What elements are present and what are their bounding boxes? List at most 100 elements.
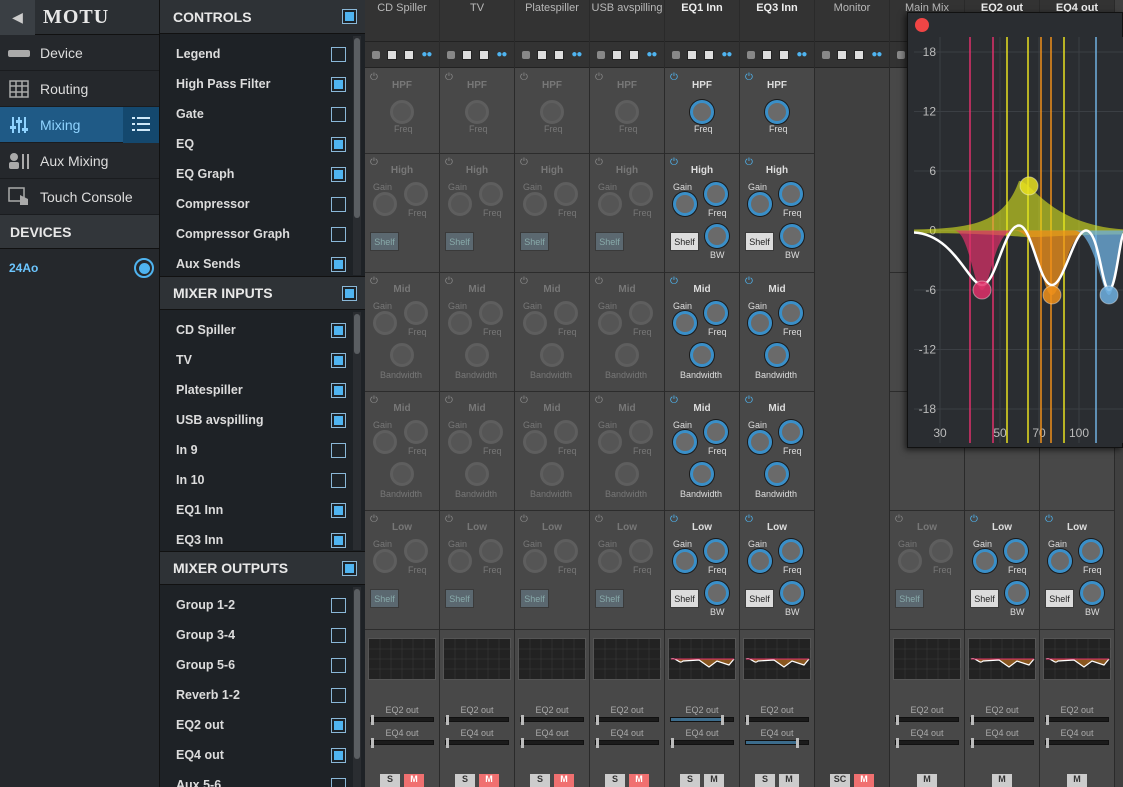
setting-item[interactable]: Platespiller: [160, 375, 365, 405]
shelf-button[interactable]: Shelf: [895, 589, 924, 608]
freq-knob[interactable]: [1004, 539, 1028, 563]
gain-knob[interactable]: [673, 430, 697, 454]
more-icon[interactable]: ●●: [571, 49, 582, 60]
send-fader[interactable]: [370, 738, 434, 748]
setting-checkbox[interactable]: [331, 256, 346, 272]
freq-knob[interactable]: [554, 182, 578, 206]
setting-checkbox[interactable]: [331, 502, 346, 518]
routing-icon[interactable]: [854, 49, 865, 60]
mute-button[interactable]: M: [1067, 774, 1087, 787]
setting-item[interactable]: EQ1 Inn: [160, 495, 365, 525]
freq-knob[interactable]: [1079, 539, 1103, 563]
send-fader[interactable]: [445, 715, 509, 725]
setting-checkbox[interactable]: [331, 322, 346, 338]
edit-icon[interactable]: [447, 50, 456, 59]
send-fader[interactable]: [1045, 715, 1109, 725]
setting-checkbox[interactable]: [331, 412, 346, 428]
freq-knob[interactable]: [554, 539, 578, 563]
shelf-button[interactable]: Shelf: [670, 589, 699, 608]
gain-knob[interactable]: [598, 549, 622, 573]
edit-icon[interactable]: [897, 50, 906, 59]
gain-knob[interactable]: [373, 549, 397, 573]
more-icon[interactable]: ●●: [796, 49, 807, 60]
bw-knob[interactable]: [1005, 581, 1029, 605]
grid-icon[interactable]: [837, 49, 848, 60]
setting-item[interactable]: Reverb 1-2: [160, 680, 365, 710]
device-radio[interactable]: [134, 258, 154, 278]
freq-knob[interactable]: [404, 182, 428, 206]
shelf-button[interactable]: Shelf: [370, 232, 399, 251]
setting-checkbox[interactable]: [331, 226, 346, 242]
edit-icon[interactable]: [597, 50, 606, 59]
gain-knob[interactable]: [373, 311, 397, 335]
hpf-freq-knob[interactable]: [690, 100, 714, 124]
send-fader[interactable]: [895, 715, 959, 725]
grid-icon[interactable]: [762, 49, 773, 60]
setting-item[interactable]: Group 3-4: [160, 620, 365, 650]
shelf-button[interactable]: Shelf: [445, 232, 474, 251]
freq-knob[interactable]: [779, 539, 803, 563]
send-fader[interactable]: [970, 715, 1034, 725]
bandwidth-knob[interactable]: [765, 343, 789, 367]
freq-knob[interactable]: [629, 420, 653, 444]
eq-band-handle[interactable]: [1019, 176, 1039, 196]
shelf-button[interactable]: Shelf: [670, 232, 699, 251]
shelf-button[interactable]: Shelf: [745, 589, 774, 608]
send-fader[interactable]: [745, 738, 809, 748]
gain-knob[interactable]: [1048, 549, 1072, 573]
grid-icon[interactable]: [612, 49, 623, 60]
bandwidth-knob[interactable]: [465, 343, 489, 367]
gain-knob[interactable]: [748, 549, 772, 573]
gain-knob[interactable]: [598, 311, 622, 335]
setting-checkbox[interactable]: [331, 627, 346, 643]
grid-icon[interactable]: [387, 49, 398, 60]
bandwidth-knob[interactable]: [540, 462, 564, 486]
gain-knob[interactable]: [673, 192, 697, 216]
shelf-button[interactable]: Shelf: [370, 589, 399, 608]
routing-icon[interactable]: [629, 49, 640, 60]
freq-knob[interactable]: [779, 182, 803, 206]
eq-graph-window[interactable]: 181260-6-12-18305070100: [907, 12, 1123, 448]
send-fader[interactable]: [445, 738, 509, 748]
nav-item-mixing[interactable]: Mixing: [0, 107, 159, 143]
setting-item[interactable]: In 10: [160, 465, 365, 495]
solo-button[interactable]: S: [455, 774, 475, 787]
mini-eq-graph[interactable]: [968, 638, 1036, 680]
setting-checkbox[interactable]: [331, 532, 346, 548]
nav-item-routing[interactable]: Routing: [0, 71, 159, 107]
send-fader[interactable]: [970, 738, 1034, 748]
mute-button[interactable]: M: [854, 774, 874, 787]
shelf-button[interactable]: Shelf: [520, 232, 549, 251]
freq-knob[interactable]: [704, 539, 728, 563]
more-icon[interactable]: ●●: [871, 49, 882, 60]
nav-item-device[interactable]: Device: [0, 35, 159, 71]
gain-knob[interactable]: [598, 192, 622, 216]
bandwidth-knob[interactable]: [540, 343, 564, 367]
more-icon[interactable]: ●●: [421, 49, 432, 60]
gain-knob[interactable]: [448, 430, 472, 454]
routing-icon[interactable]: [404, 49, 415, 60]
mute-button[interactable]: M: [404, 774, 424, 787]
gain-knob[interactable]: [373, 430, 397, 454]
edit-icon[interactable]: [822, 50, 831, 59]
eq-graph-titlebar[interactable]: [908, 13, 1122, 37]
setting-checkbox[interactable]: [331, 687, 346, 703]
setting-checkbox[interactable]: [331, 352, 346, 368]
freq-knob[interactable]: [479, 301, 503, 325]
gain-knob[interactable]: [448, 549, 472, 573]
scrollbar[interactable]: [353, 36, 361, 275]
hpf-freq-knob[interactable]: [540, 100, 564, 124]
setting-item[interactable]: EQ4 out: [160, 740, 365, 770]
bandwidth-knob[interactable]: [615, 462, 639, 486]
nav-item-touch-console[interactable]: Touch Console: [0, 179, 159, 215]
setting-item[interactable]: CD Spiller: [160, 315, 365, 345]
freq-knob[interactable]: [404, 301, 428, 325]
setting-item[interactable]: Group 5-6: [160, 650, 365, 680]
mute-button[interactable]: M: [479, 774, 499, 787]
more-icon[interactable]: ●●: [496, 49, 507, 60]
gain-knob[interactable]: [523, 549, 547, 573]
solo-button[interactable]: S: [530, 774, 550, 787]
bandwidth-knob[interactable]: [765, 462, 789, 486]
setting-checkbox[interactable]: [331, 136, 346, 152]
grid-icon[interactable]: [537, 49, 548, 60]
